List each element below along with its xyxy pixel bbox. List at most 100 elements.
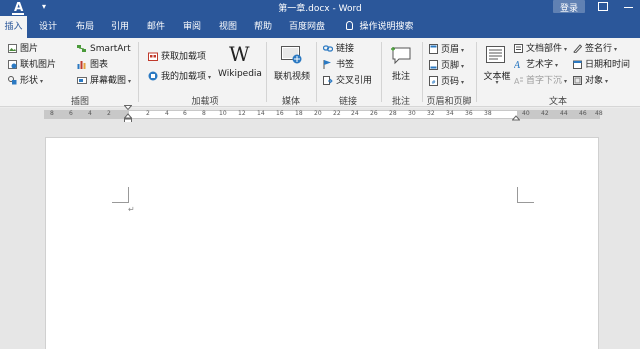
my-addins-button[interactable]: 我的加载项 ▾ (148, 71, 211, 83)
wordart-button[interactable]: A 艺术字 ▾ (514, 60, 558, 71)
wikipedia-button[interactable]: Wikipedia (218, 69, 262, 79)
screenshot-button[interactable]: 屏幕截图 ▾ (77, 76, 131, 87)
header-icon (429, 44, 438, 54)
crop-mark-left-horizontal (112, 202, 129, 203)
text-box-dropdown-icon[interactable]: ▾ (480, 79, 514, 86)
chart-button[interactable]: 图表 (77, 60, 108, 71)
store-icon (148, 52, 158, 61)
text-group-label: 文本 (548, 97, 567, 107)
object-button[interactable]: 对象 ▾ (573, 76, 608, 87)
tab-help[interactable]: 帮助 (249, 16, 277, 38)
ruler-tick: 2 (146, 110, 150, 117)
ruler-tick: 46 (579, 110, 587, 117)
smartart-icon (77, 45, 86, 52)
ribbon-tab-bar: 插入 设计 布局 引用 邮件 审阅 视图 帮助 百度网盘 操作说明搜索 (0, 16, 640, 38)
tab-insert[interactable]: 插入 (0, 16, 27, 38)
ruler-tick: 36 (465, 110, 473, 117)
minimize-icon[interactable] (624, 7, 633, 8)
group-separator (138, 42, 139, 102)
cross-reference-button[interactable]: 交叉引用 (323, 76, 372, 87)
online-video-icon[interactable] (281, 46, 303, 64)
right-indent-marker-icon[interactable] (512, 112, 520, 121)
tab-baidu-netdisk[interactable]: 百度网盘 (285, 16, 329, 38)
crop-mark-right-vertical (517, 187, 518, 203)
links-group-label: 链接 (338, 97, 357, 107)
cross-reference-icon (323, 76, 333, 85)
ruler-tick: 8 (50, 110, 54, 117)
ruler-tick: 32 (427, 110, 435, 117)
bookmark-icon (323, 60, 331, 69)
my-addins-icon (148, 71, 158, 81)
tab-references[interactable]: 引用 (106, 16, 134, 38)
ruler-tick: 22 (333, 110, 341, 117)
ruler-tick: 30 (408, 110, 416, 117)
comment-button[interactable]: 批注 (384, 69, 418, 82)
object-icon (573, 76, 582, 85)
group-separator (381, 42, 382, 102)
footer-button[interactable]: 页脚 ▾ (429, 60, 464, 72)
comment-icon[interactable] (390, 45, 412, 65)
online-picture-icon (8, 60, 17, 69)
ruler-tick: 16 (276, 110, 284, 117)
ruler-tick: 42 (541, 110, 549, 117)
get-addins-button[interactable]: 获取加载项 (148, 51, 206, 63)
ruler-tick: 2 (107, 110, 111, 117)
ruler-tick: 6 (183, 110, 187, 117)
tab-view[interactable]: 视图 (214, 16, 242, 38)
ruler-tick: 34 (446, 110, 454, 117)
picture-button[interactable]: 图片 (8, 44, 38, 55)
lightbulb-icon (346, 21, 354, 30)
ruler-tick: 18 (295, 110, 303, 117)
header-button[interactable]: 页眉 ▾ (429, 44, 464, 56)
ruler-tick: 20 (314, 110, 322, 117)
ruler-tick: 6 (69, 110, 73, 117)
wikipedia-icon[interactable]: W (229, 44, 250, 64)
ribbon-display-options-icon[interactable] (598, 2, 608, 11)
date-time-button[interactable]: 日期和时间 (573, 60, 630, 71)
group-separator (476, 42, 477, 102)
quick-parts-button[interactable]: 文档部件 ▾ (514, 44, 567, 55)
login-label[interactable]: 登录 (553, 1, 585, 14)
link-button[interactable]: 链接 (323, 44, 354, 55)
online-video-button[interactable]: 联机视频 (271, 69, 313, 82)
group-separator (316, 42, 317, 102)
screenshot-icon (77, 77, 87, 84)
tab-mailings[interactable]: 邮件 (142, 16, 170, 38)
crop-mark-left-vertical (128, 187, 129, 203)
drop-cap-icon: A (514, 77, 523, 85)
drop-cap-button[interactable]: A 首字下沉 ▾ (514, 76, 567, 87)
smartart-button[interactable]: SmartArt (77, 44, 131, 55)
media-group-label: 媒体 (281, 97, 300, 107)
link-icon (323, 45, 333, 52)
ruler-tick: 4 (88, 110, 92, 117)
signature-line-button[interactable]: 签名行 ▾ (573, 44, 617, 55)
header-footer-group-label: 页眉和页脚 (426, 97, 472, 107)
document-page[interactable] (45, 137, 599, 349)
ruler-tick: 10 (219, 110, 227, 117)
footer-icon (429, 60, 438, 70)
ruler-tick: 44 (560, 110, 568, 117)
bookmark-button[interactable]: 书签 (323, 60, 354, 71)
ruler-tick: 38 (484, 110, 492, 117)
ruler-tick: 4 (165, 110, 169, 117)
online-picture-button[interactable]: 联机图片 (8, 60, 56, 71)
tab-layout[interactable]: 布局 (71, 16, 99, 38)
text-box-icon[interactable] (486, 46, 506, 64)
ruler-tick: 14 (257, 110, 265, 117)
calendar-icon (573, 60, 582, 69)
group-separator (266, 42, 267, 102)
tell-me-search[interactable]: 操作说明搜索 (340, 16, 420, 38)
ruler-tick: 26 (370, 110, 378, 117)
tab-design[interactable]: 设计 (34, 16, 62, 38)
comments-group-label: 批注 (391, 97, 410, 107)
ruler-left-margin (45, 111, 129, 118)
paragraph-mark: ↵ (128, 205, 135, 214)
ruler-tick: 24 (351, 110, 359, 117)
quick-parts-icon (514, 44, 523, 53)
shapes-button[interactable]: 形状 ▾ (8, 76, 43, 87)
tab-review[interactable]: 审阅 (178, 16, 206, 38)
svg-text:A: A (514, 61, 521, 69)
crop-mark-right-horizontal (517, 202, 534, 203)
ruler-tick: 48 (595, 110, 603, 117)
page-number-button[interactable]: # 页码 ▾ (429, 76, 464, 88)
